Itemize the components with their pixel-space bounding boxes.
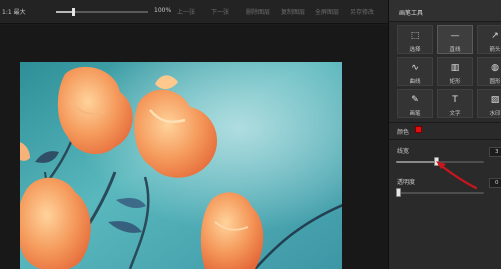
tool-text[interactable]: T 文字	[437, 89, 473, 118]
tool-select[interactable]: ⬚ 选择	[397, 25, 433, 54]
next-button[interactable]: 下一张	[211, 7, 229, 16]
rectangle-icon: ▥	[450, 62, 460, 73]
selection-icon: ⬚	[410, 30, 420, 41]
tool-curve[interactable]: ∿ 曲线	[397, 57, 433, 86]
brush-icon: ✎	[411, 94, 419, 105]
tool-watermark[interactable]: ▨ 水印	[477, 89, 501, 118]
opacity-label: 透明度	[397, 179, 416, 186]
tool-arrow[interactable]: ↗ 箭头	[477, 25, 501, 54]
edited-photo[interactable]	[20, 62, 342, 269]
arrow-tool-icon: ↗	[491, 30, 499, 41]
poppy-flowers-image	[20, 62, 342, 269]
tool-circle[interactable]: ◍ 圆形	[477, 57, 501, 86]
panel-header: 画笔工具	[389, 0, 501, 22]
color-swatch[interactable]	[415, 126, 422, 133]
zoom-slider-handle[interactable]	[72, 8, 75, 16]
line-width-label: 线宽	[397, 148, 410, 155]
tool-label: 直线	[449, 47, 461, 53]
opacity-slider-handle[interactable]	[396, 188, 401, 197]
save-as-button[interactable]: 另存修改	[350, 7, 374, 16]
opacity-slider[interactable]	[396, 188, 484, 197]
curve-icon: ∿	[411, 62, 419, 73]
fullscreen-layer-button[interactable]: 全屏图层	[315, 7, 339, 16]
zoom-value: 100%	[154, 7, 172, 14]
tool-brush[interactable]: ✎ 画笔	[397, 89, 433, 118]
delete-layer-button[interactable]: 删除图层	[246, 7, 270, 16]
text-tool-icon: T	[452, 94, 458, 105]
line-width-slider-fill	[396, 161, 436, 163]
tool-label: 曲线	[409, 79, 421, 85]
copy-layer-button[interactable]: 复制图层	[281, 7, 305, 16]
tool-label: 水印	[489, 111, 501, 117]
tool-label: 矩形	[449, 79, 461, 85]
watermark-icon: ▨	[490, 94, 500, 105]
tool-label: 画笔	[409, 111, 421, 117]
divider	[389, 122, 501, 123]
tool-label: 圆形	[489, 79, 501, 85]
panel-title: 画笔工具	[399, 10, 424, 17]
tool-label: 文字	[449, 111, 461, 117]
tool-label: 箭头	[489, 47, 501, 53]
brush-tool-panel: 画笔工具 ⬚ 选择 — 直线 ↗ 箭头 ∿ 曲线 ▥ 矩形 ◍ 圆形 ✎ 画笔 …	[388, 0, 501, 269]
tool-label: 选择	[409, 47, 421, 53]
zoom-fit-label[interactable]: 1:1 最大	[2, 7, 26, 16]
top-toolbar: 1:1 最大 100% 上一张 下一张 删除图层 复制图层 全屏图层 另存修改	[0, 0, 388, 24]
color-label: 颜色	[397, 129, 410, 136]
tool-rectangle[interactable]: ▥ 矩形	[437, 57, 473, 86]
line-width-slider[interactable]	[396, 157, 484, 166]
circle-icon: ◍	[491, 62, 499, 73]
tool-line[interactable]: — 直线	[437, 25, 473, 54]
divider	[389, 139, 501, 140]
zoom-slider[interactable]	[56, 8, 148, 16]
line-width-slider-handle[interactable]	[434, 157, 439, 166]
line-icon: —	[450, 30, 460, 41]
opacity-value[interactable]: 0	[489, 178, 501, 188]
prev-button[interactable]: 上一张	[177, 7, 195, 16]
line-width-value[interactable]: 3	[489, 147, 501, 157]
